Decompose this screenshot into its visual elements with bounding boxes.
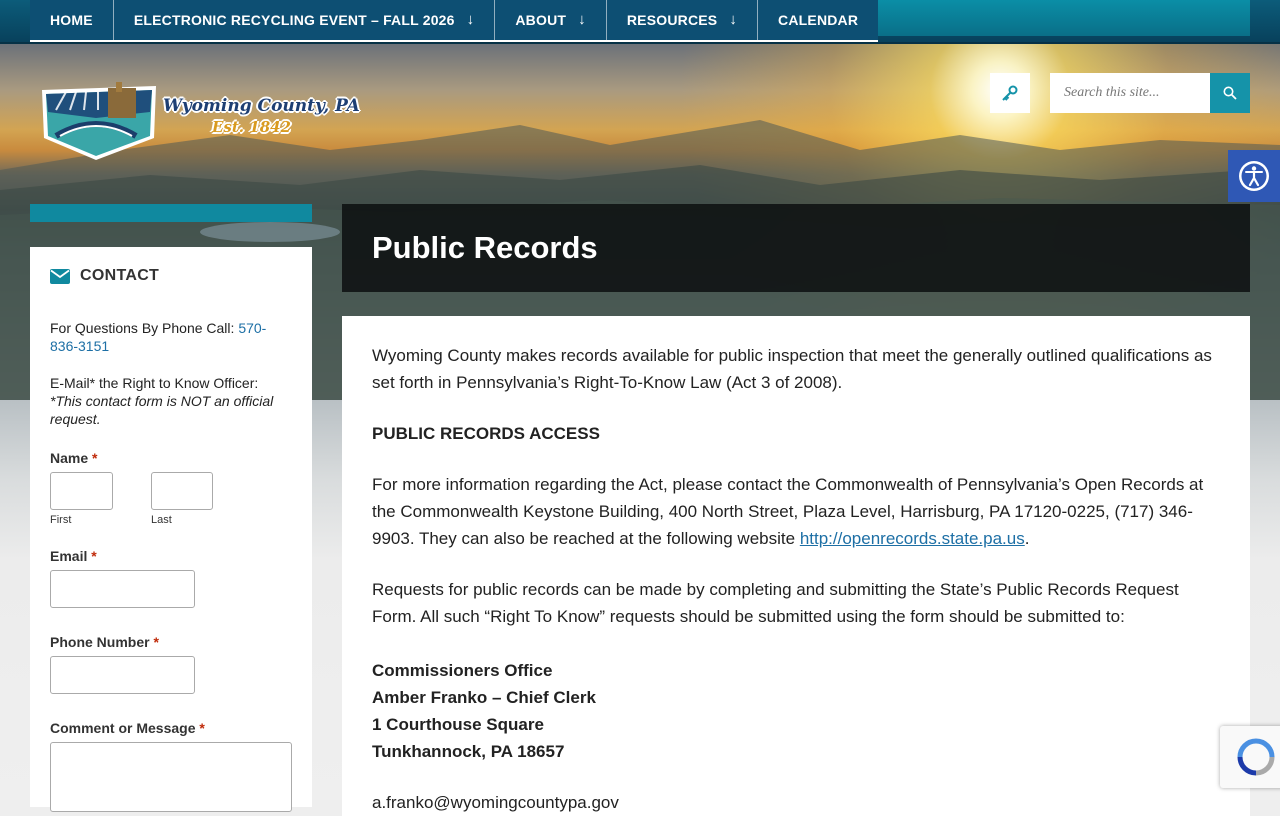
- logo-established: Est. 1842: [212, 118, 291, 136]
- address-clerk: Amber Franko – Chief Clerk: [372, 688, 596, 707]
- name-label: Name *: [50, 450, 98, 466]
- nav-item-label: ABOUT: [515, 12, 567, 28]
- logo-name: Wyoming County, PA: [163, 96, 360, 116]
- requests-paragraph: Requests for public records can be made …: [372, 580, 1179, 626]
- main-navigation: HOME ELECTRONIC RECYCLING EVENT – FALL 2…: [30, 0, 879, 42]
- contact-sidebar: CONTACT For Questions By Phone Call: 570…: [30, 247, 312, 812]
- email-input[interactable]: [50, 570, 195, 608]
- phone-input[interactable]: [50, 656, 195, 694]
- first-name-label: First: [50, 514, 72, 526]
- address-city: Tunkhannock, PA 18657: [372, 742, 565, 761]
- sidebar-accent-bar: [30, 204, 312, 222]
- nav-item-resources[interactable]: RESOURCES ↓: [607, 0, 759, 40]
- first-name-input[interactable]: [50, 472, 113, 510]
- nav-item-home[interactable]: HOME: [30, 0, 114, 40]
- contact-title: CONTACT: [80, 267, 160, 284]
- comment-label: Comment or Message *: [50, 720, 205, 736]
- comment-textarea[interactable]: [50, 742, 292, 812]
- search-icon: [1223, 86, 1237, 100]
- intro-paragraph: Wyoming County makes records available f…: [372, 346, 1212, 392]
- nav-item-label: CALENDAR: [778, 12, 859, 28]
- arrow-down-icon: ↓: [729, 11, 738, 28]
- last-name-input[interactable]: [151, 472, 213, 510]
- arrow-down-icon: ↓: [466, 11, 475, 28]
- contact-header: CONTACT: [50, 267, 292, 285]
- search-button[interactable]: [1210, 73, 1250, 113]
- info-paragraph: For more information regarding the Act, …: [372, 475, 1204, 548]
- last-name-label: Last: [151, 514, 172, 526]
- email-field-group: Email *: [50, 548, 292, 608]
- main-content: Wyoming County makes records available f…: [342, 316, 1250, 816]
- login-key-button[interactable]: [990, 73, 1030, 113]
- nav-item-label: ELECTRONIC RECYCLING EVENT – FALL 2026: [133, 12, 455, 28]
- address-street: 1 Courthouse Square: [372, 715, 544, 734]
- page-title: Public Records: [372, 230, 598, 265]
- accessibility-icon: [1239, 161, 1269, 191]
- email-officer-text: E-Mail* the Right to Know Officer:: [50, 375, 259, 391]
- clerk-email[interactable]: a.franko@wyomingcountypa.gov: [372, 789, 1220, 816]
- phone-field-group: Phone Number *: [50, 634, 292, 694]
- county-seal-graphic: [42, 82, 156, 160]
- nav-item-about[interactable]: ABOUT ↓: [495, 0, 607, 40]
- search-input[interactable]: [1050, 73, 1210, 113]
- top-bar-accent: [868, 0, 1250, 36]
- page-title-banner: Public Records: [342, 204, 1250, 292]
- key-icon: [1002, 85, 1018, 101]
- county-logo[interactable]: [36, 78, 166, 169]
- phone-text: For Questions By Phone Call: 570-836-315…: [50, 319, 292, 355]
- email-label: Email *: [50, 548, 97, 564]
- nav-item-label: RESOURCES: [626, 12, 718, 28]
- comment-field-group: Comment or Message *: [50, 720, 292, 812]
- arrow-down-icon: ↓: [578, 11, 586, 28]
- address-office: Commissioners Office: [372, 661, 553, 680]
- recaptcha-icon: [1237, 738, 1275, 776]
- access-heading: PUBLIC RECORDS ACCESS: [372, 424, 600, 443]
- nav-item-label: HOME: [50, 12, 93, 28]
- mailing-address: Commissioners Office Amber Franko – Chie…: [372, 657, 1220, 765]
- phone-prefix: For Questions By Phone Call:: [50, 320, 239, 336]
- accessibility-button[interactable]: [1228, 150, 1280, 202]
- phone-label: Phone Number *: [50, 634, 159, 650]
- open-records-link[interactable]: http://openrecords.state.pa.us: [800, 529, 1025, 548]
- nav-item-electronic-recycling[interactable]: ELECTRONIC RECYCLING EVENT – FALL 2026 ↓: [114, 0, 496, 40]
- name-field-group: Name * First Last: [50, 450, 292, 526]
- nav-item-calendar[interactable]: CALENDAR: [758, 0, 878, 40]
- recaptcha-badge[interactable]: [1220, 726, 1280, 788]
- envelope-icon: [50, 268, 70, 284]
- form-disclaimer: *This contact form is NOT an official re…: [50, 393, 274, 427]
